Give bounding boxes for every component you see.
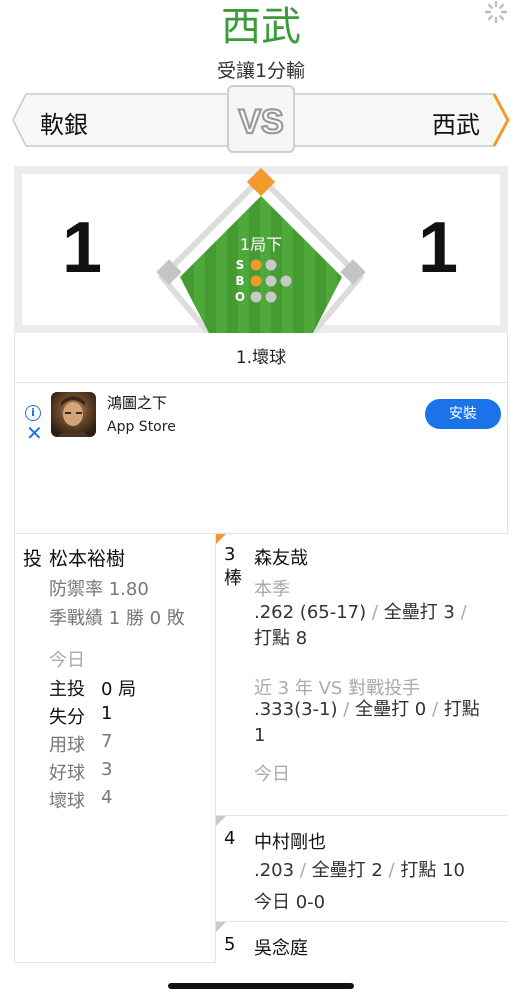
ad-banner[interactable]: i ✕ 鴻圖之下 App Store 安裝: [14, 383, 508, 533]
ad-store-label: App Store: [107, 419, 176, 435]
pitcher-role: 投: [23, 548, 43, 570]
away-score: 1: [62, 208, 103, 288]
season-label: 本季: [254, 579, 290, 600]
svg-text:VS: VS: [238, 103, 283, 141]
batter-panel: 3 棒 森友哉 本季 .262 (65-17) / 全壘打 3 / 打點 8 近…: [216, 533, 508, 964]
inning-label: 1局下: [240, 235, 282, 254]
baseball-diamond: 1局下 S B O: [156, 167, 366, 333]
batting-order-suffix: 棒: [224, 568, 242, 589]
pitcher-era: 防禦率 1.80: [49, 579, 149, 600]
pitcher-stat-label: 主投: [49, 679, 85, 700]
pitcher-stat-value: 1: [101, 703, 113, 724]
out-dot: [265, 291, 277, 303]
batter-marker: [216, 816, 226, 826]
home-team-name: 西武: [432, 111, 480, 139]
install-button[interactable]: 安裝: [425, 399, 501, 429]
current-batter-marker: [216, 534, 226, 544]
ball-dot: [265, 275, 277, 287]
away-team-tab[interactable]: 軟銀: [12, 93, 240, 147]
sbo-label-o: O: [235, 290, 245, 304]
pitcher-stat-value: 0 局: [101, 679, 137, 700]
strike-dot: [265, 259, 277, 271]
batter-today: 今日 0-0: [254, 892, 326, 913]
pitcher-panel: 投 松本裕樹 防禦率 1.80 季戰績 1 勝 0 敗 今日 主投 0 局 失分…: [14, 533, 216, 963]
batting-order: 4: [224, 828, 236, 849]
pitcher-stat-label: 壞球: [49, 791, 85, 812]
current-batter-card[interactable]: 3 棒 森友哉 本季 .262 (65-17) / 全壘打 3 / 打點 8 近…: [216, 534, 508, 816]
pitcher-stat-label: 好球: [49, 763, 85, 784]
batting-order: 3: [224, 544, 236, 565]
pitcher-stat-label: 用球: [49, 735, 85, 756]
info-icon[interactable]: i: [25, 405, 41, 421]
home-indicator[interactable]: [168, 983, 354, 989]
loading-spinner-icon: [484, 0, 508, 24]
strike-dot: [250, 259, 262, 271]
vs-badge: VS: [227, 85, 295, 153]
pitcher-stat-value: 4: [101, 787, 113, 808]
pitcher-name[interactable]: 松本裕樹: [49, 544, 125, 571]
close-icon[interactable]: ✕: [26, 423, 43, 443]
pitcher-stat-label: 失分: [49, 707, 85, 728]
play-description: 1.壞球: [14, 333, 508, 383]
pitcher-record: 季戰績 1 勝 0 敗: [49, 608, 185, 629]
batter-card[interactable]: 4 中村剛也 .203 / 全壘打 2 / 打點 10 今日 0-0: [216, 816, 508, 922]
away-team-name: 軟銀: [40, 111, 88, 139]
batter-name[interactable]: 吳念庭: [254, 934, 308, 960]
batter-name[interactable]: 森友哉: [254, 544, 308, 570]
vs-pitcher-stats: .333(3-1) / 全壘打 0 / 打點 1: [254, 699, 480, 746]
batter-name[interactable]: 中村剛也: [254, 828, 326, 854]
handicap-subtitle: 受讓1分輸: [216, 60, 306, 82]
ball-dot: [280, 275, 292, 287]
page-title: 西武: [221, 4, 301, 50]
ad-app-title[interactable]: 鴻圖之下: [107, 392, 167, 413]
app-thumbnail[interactable]: [51, 392, 96, 437]
batter-card[interactable]: 5 吳念庭: [216, 922, 508, 964]
sbo-label-b: B: [235, 274, 244, 288]
batter-today-label: 今日: [254, 764, 290, 785]
pitcher-stat-value: 3: [101, 759, 113, 780]
pitcher-stat-value: 7: [101, 731, 113, 752]
pitcher-today-label: 今日: [49, 650, 85, 671]
ball-dot: [250, 275, 262, 287]
home-team-tab[interactable]: 西武: [282, 93, 510, 147]
batter-marker: [216, 922, 226, 932]
vs-icon: VS: [237, 102, 285, 142]
sbo-label-s: S: [236, 258, 245, 272]
batter-stats: .203 / 全壘打 2 / 打點 10: [254, 860, 465, 881]
batting-order: 5: [224, 934, 236, 955]
home-score: 1: [418, 208, 459, 288]
season-stats: .262 (65-17) / 全壘打 3 / 打點 8: [254, 602, 467, 649]
out-dot: [250, 291, 262, 303]
